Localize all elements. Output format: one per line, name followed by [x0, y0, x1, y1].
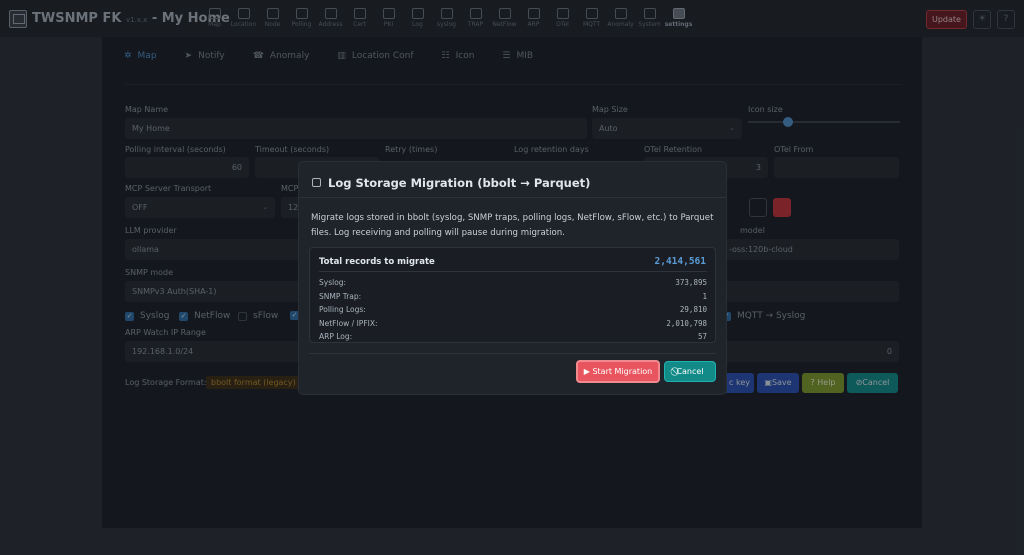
stat-row: SNMP Trap: 1	[319, 292, 707, 304]
total-records-label: Total records to migrate	[319, 257, 435, 267]
dialog-footer-divider	[309, 353, 716, 354]
total-records-value: 2,414,561	[654, 256, 706, 267]
stat-label: Syslog:	[319, 278, 347, 287]
stat-label: ARP Log:	[319, 332, 353, 341]
stat-value: 57	[697, 332, 707, 341]
start-migration-button[interactable]: ▶ Start Migration	[576, 360, 660, 383]
dialog-title: Log Storage Migration (bbolt → Parquet)	[328, 176, 591, 190]
stat-value: 2,010,798	[666, 318, 707, 328]
stat-row: Syslog: 373,895	[319, 278, 707, 290]
database-icon	[312, 178, 321, 187]
stat-value: 373,895	[675, 278, 707, 287]
stat-row: NetFlow / IPFIX: 2,010,798	[319, 319, 707, 331]
stat-label: NetFlow / IPFIX:	[319, 318, 378, 328]
dialog-header: Log Storage Migration (bbolt → Parquet)	[299, 162, 726, 198]
dialog-cancel-button[interactable]: ⃠Cancel	[664, 361, 716, 382]
stat-row: Polling Logs: 29,810	[319, 305, 707, 317]
migration-stats: Total records to migrate 2,414,561 Syslo…	[309, 247, 716, 343]
stat-label: Polling Logs:	[319, 305, 366, 314]
stat-row: ARP Log: 57	[319, 332, 707, 344]
dialog-description: Migrate logs stored in bbolt (syslog, SN…	[311, 213, 714, 238]
migration-dialog: Log Storage Migration (bbolt → Parquet) …	[298, 161, 727, 395]
stat-label: SNMP Trap:	[319, 291, 362, 301]
stat-value: 1	[702, 291, 707, 301]
stats-divider	[319, 271, 707, 272]
stat-value: 29,810	[679, 305, 707, 314]
